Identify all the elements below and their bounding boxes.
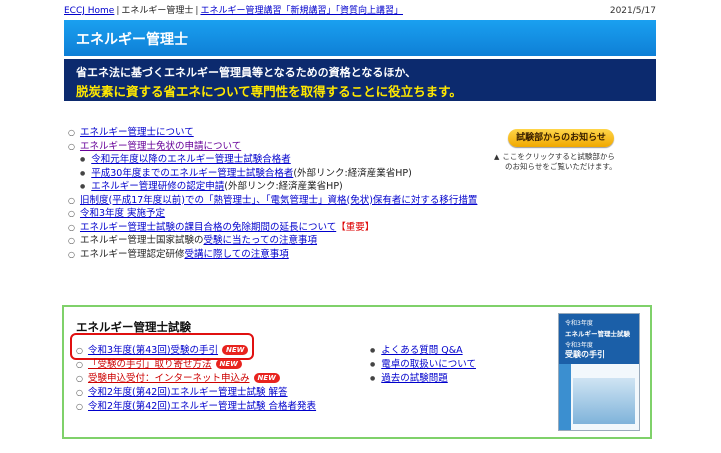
list-item: エネルギー管理士免状の申請について — [68, 140, 488, 154]
new-badge: NEW — [215, 359, 242, 369]
exam-guide-cover-image[interactable]: 令和3年度 エネルギー管理士試験 令和3年度 受験の手引 — [558, 313, 640, 431]
exam-section: エネルギー管理士試験 令和3年度(第43回)受験の手引 NEW 「受験の手引」取り… — [62, 305, 652, 439]
notice-desc-line-2: のお知らせをご覧いただけます。 — [505, 162, 617, 171]
exam-guide-link[interactable]: 令和3年度(第43回)受験の手引 — [88, 345, 218, 356]
new-badge: NEW — [222, 345, 249, 355]
current-page-label: エネルギー管理士 — [121, 6, 194, 16]
list-item: 「受験の手引」取り寄せ方法NEW — [76, 358, 316, 372]
transition-link[interactable]: 旧制度(平成17年度以前)での「熱管理士」、「電気管理士」資格(免状)保有者に対… — [80, 195, 477, 206]
main-link-list: エネルギー管理士について エネルギー管理士免状の申請について 令和元年度以降のエ… — [68, 126, 488, 261]
cover-text: 受験の手引 — [565, 350, 605, 359]
seminar-link[interactable]: エネルギー管理講習「新規講習」「資質向上講習」 — [200, 6, 403, 16]
license-sub-link-1[interactable]: 令和元年度以降のエネルギー管理士試験合格者 — [91, 154, 291, 165]
top-nav-bar: ECCJ Home | エネルギー管理士 | エネルギー管理講習「新規講習」「資質向上講… — [64, 4, 656, 18]
triangle-up-icon: ▲ — [494, 153, 500, 161]
external-note: (外部リンク:経済産業省HP) — [293, 167, 412, 179]
list-item: 令和3年度(第43回)受験の手引 NEW — [76, 344, 316, 358]
faq-link[interactable]: よくある質問 Q&A — [381, 345, 462, 356]
page-title: エネルギー管理士 — [76, 32, 188, 48]
guide-request-link[interactable]: 「受験の手引」取り寄せ方法 — [88, 359, 212, 370]
list-item: 受験申込受付：インターネット申込みNEW — [76, 372, 316, 386]
schedule-link[interactable]: 令和3年度 実施予定 — [80, 208, 165, 219]
exam-results-link[interactable]: 令和2年度(第42回)エネルギー管理士試験 合格者発表 — [88, 401, 316, 412]
list-item: 旧制度(平成17年度以前)での「熱管理士」、「電気管理士」資格(免状)保有者に対… — [68, 194, 488, 208]
notice-desc-line-1: ここをクリックすると試験部から — [502, 152, 615, 161]
extension-link[interactable]: エネルギー管理士試験の課目合格の免除期間の延長について — [80, 222, 336, 233]
exam-answers-link[interactable]: 令和2年度(第42回)エネルギー管理士試験 解答 — [88, 387, 288, 398]
training-notice-prefix: エネルギー管理認定研修 — [79, 248, 185, 260]
banner-line-1: 省エネ法に基づくエネルギー管理員等となるための資格となるほか、 — [76, 66, 417, 79]
eccj-home-link[interactable]: ECCJ Home — [64, 6, 114, 16]
notice-description: ▲ ここをクリックすると試験部から のお知らせをご覧いただけます。 — [494, 152, 624, 172]
list-item: エネルギー管理士試験の課目合格の免除期間の延長について【重要】 — [68, 221, 488, 235]
exam-notice-prefix: エネルギー管理士国家試験の — [79, 235, 204, 246]
intro-banner: 省エネ法に基づくエネルギー管理員等となるための資格となるほか、 脱炭素に資する省… — [64, 59, 656, 101]
banner-line-2: 脱炭素に資する省エネについて専門性を取得することに役立ちます。 — [76, 84, 462, 99]
list-item: 令和2年度(第42回)エネルギー管理士試験 合格者発表 — [76, 400, 316, 414]
training-notice-link[interactable]: 受講に際しての注意事項 — [185, 249, 289, 260]
calculator-link[interactable]: 電卓の取扱いについて — [381, 359, 476, 370]
page-date: 2021/5/17 — [609, 6, 656, 16]
list-item: エネルギー管理認定研修受講に際しての注意事項 — [68, 248, 488, 262]
nav-separator: | — [195, 6, 199, 16]
list-item: エネルギー管理士について — [68, 126, 488, 140]
exam-dept-notice-button[interactable]: 試験部からのお知らせ — [508, 129, 614, 147]
nav-separator: | — [116, 6, 120, 16]
cover-text: 令和3年度 — [565, 342, 593, 349]
past-exams-link[interactable]: 過去の試験問題 — [381, 373, 448, 384]
new-badge: NEW — [253, 373, 280, 383]
list-item: よくある質問 Q&A — [370, 344, 476, 358]
license-sub-link-2[interactable]: 平成30年度までのエネルギー管理士試験合格者 — [91, 168, 293, 179]
list-item: 平成30年度までのエネルギー管理士試験合格者(外部リンク:経済産業省HP) — [68, 167, 488, 181]
exam-notice-link[interactable]: 受験に当たっての注意事項 — [204, 235, 318, 246]
list-item: 令和2年度(第42回)エネルギー管理士試験 解答 — [76, 386, 316, 400]
exam-side-link-list: よくある質問 Q&A 電卓の取扱いについて 過去の試験問題 — [370, 344, 476, 386]
about-link[interactable]: エネルギー管理士について — [80, 127, 194, 138]
list-item: エネルギー管理士国家試験の受験に当たっての注意事項 — [68, 234, 488, 248]
list-item: エネルギー管理研修の認定申請(外部リンク:経済産業省HP) — [68, 180, 488, 194]
list-item: 令和元年度以降のエネルギー管理士試験合格者 — [68, 153, 488, 167]
cover-side-band — [559, 364, 571, 430]
list-item: 令和3年度 実施予定 — [68, 207, 488, 221]
external-note: (外部リンク:経済産業省HP) — [224, 181, 343, 192]
license-link[interactable]: エネルギー管理士免状の申請について — [80, 141, 241, 152]
cover-text: 令和3年度 — [565, 320, 593, 327]
online-application-link[interactable]: 受験申込受付：インターネット申込み — [88, 373, 250, 384]
cover-text: エネルギー管理士試験 — [565, 330, 630, 338]
list-item: 電卓の取扱いについて — [370, 358, 476, 372]
list-item: 過去の試験問題 — [370, 372, 476, 386]
license-sub-link-3[interactable]: エネルギー管理研修の認定申請 — [91, 181, 224, 192]
page-header: エネルギー管理士 — [64, 20, 656, 56]
cover-city-graphic — [573, 378, 635, 424]
important-tag: 【重要】 — [336, 221, 375, 233]
exam-link-list: 令和3年度(第43回)受験の手引NEW 「受験の手引」取り寄せ方法NEW 受験申… — [76, 344, 316, 414]
